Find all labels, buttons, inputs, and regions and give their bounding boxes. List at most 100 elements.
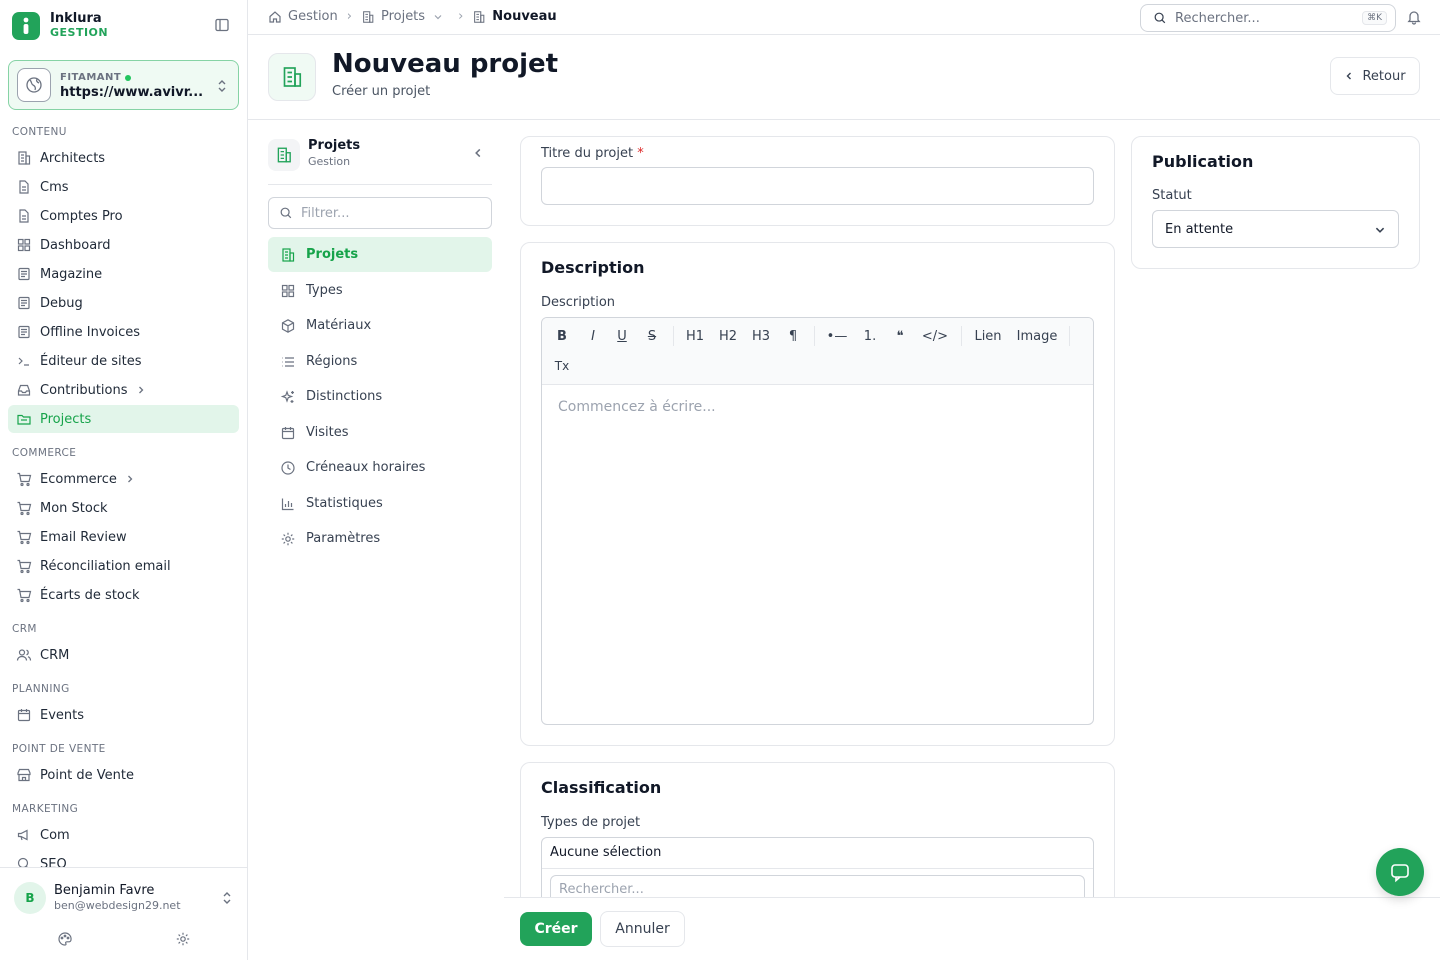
gear-icon [281,532,295,545]
module-item-label: Projets [306,247,359,262]
gear-icon[interactable] [175,931,191,947]
nav-item-label: Contributions [40,382,128,398]
module-item-label: Statistiques [306,496,383,511]
back-button-label: Retour [1362,68,1406,84]
module-item-visites[interactable]: Visites [268,415,492,450]
module-item-parametres[interactable]: Paramètres [268,521,492,556]
nav-section-commerce: COMMERCE [12,447,77,459]
nav-item-offline-invoices[interactable]: Offline Invoices [8,318,239,346]
nav-item-com[interactable]: Com [8,821,239,849]
nav-item-label: Dashboard [40,237,111,253]
users-icon [16,649,32,661]
site-switcher[interactable]: FITAMANT https://www.avivr... [8,60,239,110]
heading1-button[interactable]: H1 [681,324,709,348]
strikethrough-button[interactable]: S [640,324,664,348]
brand-name: Inklura [50,11,102,26]
nav-item-cms[interactable]: Cms [8,173,239,201]
megaphone-icon [17,829,28,841]
global-search-input[interactable]: Rechercher... ⌘K [1140,4,1396,32]
status-select[interactable]: En attente [1152,210,1399,248]
user-email: ben@webdesign29.net [54,899,181,912]
back-button[interactable]: Retour [1330,57,1420,95]
form-action-bar: Créer Annuler [504,897,1440,960]
user-menu[interactable]: B Benjamin Favre ben@webdesign29.net [0,867,247,960]
home-icon [269,10,281,23]
types-field-label: Types de projet [541,815,641,830]
clear-format-button[interactable]: Tx [550,354,574,378]
brand-logo-icon [12,12,40,40]
bullet-list-button[interactable]: •— [823,324,851,348]
module-item-distinctions[interactable]: Distinctions [268,379,492,414]
paragraph-button[interactable]: ¶ [781,324,805,348]
image-button[interactable]: Image [1012,324,1062,348]
underline-button[interactable]: U [610,324,634,348]
sidebar-toggle-icon[interactable] [214,17,232,35]
globe-icon [17,68,51,102]
breadcrumb-separator-icon: › [458,9,464,24]
module-item-materiaux[interactable]: Matériaux [268,308,492,343]
bold-button[interactable]: B [550,324,574,348]
chevron-up-down-icon[interactable] [221,890,233,906]
nav-item-seo[interactable]: SEO [8,850,239,868]
module-item-statistiques[interactable]: Statistiques [268,486,492,521]
user-name: Benjamin Favre [54,883,155,898]
online-status-dot [125,74,132,81]
code-button[interactable]: </> [919,324,951,348]
toolbar-divider [673,326,674,346]
nav-item-email-review[interactable]: Email Review [8,523,239,551]
chevron-left-icon[interactable] [472,147,484,159]
nav-item-ecommerce[interactable]: Ecommerce [8,465,239,493]
editor-placeholder[interactable]: Commencez à écrire... [558,399,716,415]
cancel-button[interactable]: Annuler [600,911,685,947]
italic-button[interactable]: I [581,324,605,348]
nav-item-dashboard[interactable]: Dashboard [8,231,239,259]
nav-item-magazine[interactable]: Magazine [8,260,239,288]
palette-icon[interactable] [57,931,73,947]
nav-item-contributions[interactable]: Contributions [8,376,239,404]
cart-icon [17,501,32,516]
project-title-input[interactable] [541,167,1094,205]
nav-item-comptes-pro[interactable]: Comptes Pro [8,202,239,230]
module-item-regions[interactable]: Régions [268,344,492,379]
module-filter-input[interactable]: Filtrer... [268,197,492,229]
nav-item-debug[interactable]: Debug [8,289,239,317]
module-item-types[interactable]: Types [268,273,492,308]
editor-toolbar: B I U S H1 H2 H3 ¶ •— 1. ❝ </> Lien Imag… [542,318,1093,385]
module-item-creneaux-horaires[interactable]: Créneaux horaires [268,450,492,485]
terminal-icon [18,357,29,366]
building-icon [268,53,316,101]
link-button[interactable]: Lien [970,324,1006,348]
brand[interactable]: Inklura GESTION [12,10,236,42]
breadcrumb-home[interactable]: Gestion [268,9,338,24]
heading2-button[interactable]: H2 [714,324,742,348]
nav-item-projects[interactable]: Projects [8,405,239,433]
nav-item-editeur-de-sites[interactable]: Éditeur de sites [8,347,239,375]
grid-icon [281,284,295,297]
quote-button[interactable]: ❝ [888,324,912,348]
nav-item-ecarts-de-stock[interactable]: Écarts de stock [8,581,239,609]
chat-button[interactable] [1376,848,1424,896]
nav-item-events[interactable]: Events [8,701,239,729]
nav-item-label: Cms [40,179,69,195]
main-nav: CONTENU Architects Cms Comptes Pro Dashb… [0,120,247,868]
breadcrumb-parent[interactable]: Projets [361,9,449,24]
inbox-icon [17,384,31,396]
document-icon [19,180,29,194]
create-button[interactable]: Créer [520,912,592,946]
bell-icon[interactable] [1406,9,1422,25]
nav-item-point-de-vente[interactable]: Point de Vente [8,761,239,789]
heading3-button[interactable]: H3 [747,324,775,348]
nav-item-label: Magazine [40,266,103,282]
nav-item-label: Comptes Pro [40,208,123,224]
module-item-label: Créneaux horaires [306,460,426,475]
ordered-list-button[interactable]: 1. [858,324,882,348]
nav-item-label: Email Review [40,529,127,545]
nav-item-mon-stock[interactable]: Mon Stock [8,494,239,522]
module-item-projets[interactable]: Projets [268,237,492,272]
nav-item-crm[interactable]: CRM [8,641,239,669]
required-mark: * [637,146,644,161]
title-card: Titre du projet * [520,136,1115,226]
nav-item-reconciliation-email[interactable]: Réconciliation email [8,552,239,580]
nav-item-architects[interactable]: Architects [8,144,239,172]
description-card-title: Description [541,258,645,277]
